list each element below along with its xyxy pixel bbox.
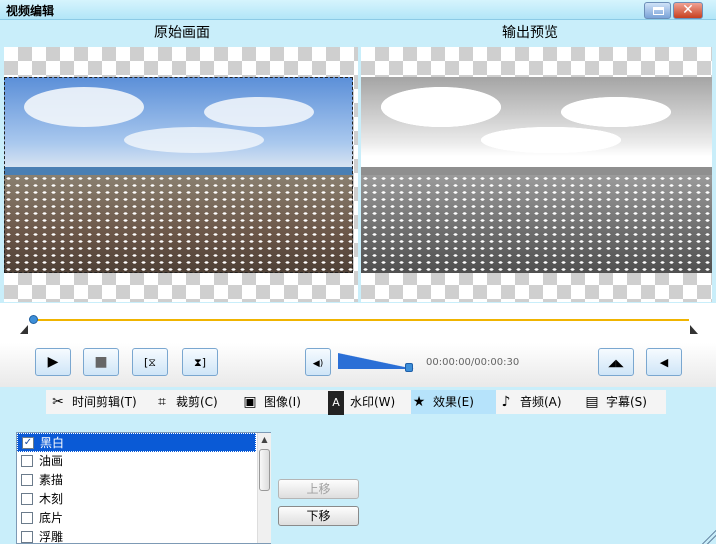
effect-label: 素描 <box>39 473 64 487</box>
effect-item-oil-painting[interactable]: 油画 <box>17 452 256 471</box>
tab-subtitles[interactable]: ▤ 字幕(S) <box>584 390 666 414</box>
stop-button[interactable]: ■ <box>83 348 119 376</box>
effects-list-scrollbar[interactable]: ▲ <box>257 433 271 543</box>
checkbox[interactable]: ✓ <box>22 436 34 449</box>
effect-item-sketch[interactable]: 素描 <box>17 471 256 490</box>
timeline-playhead[interactable] <box>29 315 38 324</box>
checkbox[interactable] <box>21 473 33 486</box>
tab-crop[interactable]: ⌗ 裁剪(C) <box>154 390 238 414</box>
tab-label: 时间剪辑(T) <box>72 395 137 409</box>
effect-label: 底片 <box>39 511 64 525</box>
effect-item-negative[interactable]: 底片 <box>17 509 256 528</box>
time-display: 00:00:00/00:00:30 <box>426 357 520 368</box>
mark-out-icon: ⧗] <box>193 356 206 369</box>
mark-in-button[interactable]: [⧖ <box>132 348 168 376</box>
checkbox[interactable] <box>21 511 33 524</box>
tab-label: 效果(E) <box>433 395 474 409</box>
flip-vertical-icon: ◀ <box>659 356 669 369</box>
end-marker-icon[interactable] <box>690 325 698 334</box>
scissors-icon: ✂ <box>52 394 64 410</box>
tab-label: 音频(A) <box>520 395 562 409</box>
mark-out-button[interactable]: ⧗] <box>182 348 218 376</box>
original-preview <box>4 47 358 302</box>
speaker-icon: ◀) <box>312 359 324 369</box>
effects-list[interactable]: ✓ 黑白 油画 素描 木刻 底片 浮雕 ▲ <box>16 432 271 544</box>
scroll-up-icon[interactable]: ▲ <box>258 433 271 447</box>
output-video-frame <box>361 77 712 273</box>
mark-in-icon: [⧖ <box>143 356 156 369</box>
tab-audio[interactable]: ♪ 音频(A) <box>498 390 582 414</box>
tab-label: 图像(I) <box>264 395 301 409</box>
maximize-button[interactable] <box>644 2 671 19</box>
tab-image[interactable]: ▣ 图像(I) <box>242 390 326 414</box>
flip-vertical-button[interactable]: ◀ <box>646 348 682 376</box>
effect-label: 油画 <box>39 454 64 468</box>
output-preview <box>361 47 712 302</box>
tab-label: 水印(W) <box>350 395 396 409</box>
watermark-icon: A <box>328 391 344 415</box>
stop-icon: ■ <box>94 354 108 370</box>
scrollbar-thumb[interactable] <box>259 449 270 491</box>
volume-slider-thumb[interactable] <box>405 363 413 372</box>
play-button[interactable]: ▶ <box>35 348 71 376</box>
flip-horizontal-icon: ◢◣ <box>608 358 624 369</box>
image-icon: ▣ <box>243 394 257 410</box>
close-button[interactable]: ✕ <box>673 2 703 19</box>
tab-label: 裁剪(C) <box>176 395 218 409</box>
checkbox[interactable] <box>21 530 33 543</box>
effect-item-black-white[interactable]: ✓ 黑白 <box>17 433 256 452</box>
timeline-track[interactable] <box>33 319 689 321</box>
crop-icon: ⌗ <box>158 394 166 410</box>
effect-label: 浮雕 <box>39 530 64 544</box>
tab-watermark[interactable]: A 水印(W) <box>328 390 412 415</box>
move-up-button[interactable]: 上移 <box>278 479 359 499</box>
output-preview-label: 输出预览 <box>502 25 558 41</box>
tab-time-trim[interactable]: ✂ 时间剪辑(T) <box>50 390 152 414</box>
effect-item-woodcut[interactable]: 木刻 <box>17 490 256 509</box>
subtitle-icon: ▤ <box>585 394 599 410</box>
effect-item-emboss[interactable]: 浮雕 <box>17 528 256 544</box>
star-icon: ★ <box>412 394 426 410</box>
timeline[interactable] <box>0 303 716 343</box>
start-marker-icon[interactable] <box>20 325 28 334</box>
volume-slider[interactable] <box>338 353 414 369</box>
original-preview-label: 原始画面 <box>154 25 210 41</box>
effect-label: 黑白 <box>40 436 65 450</box>
tab-effects[interactable]: ★ 效果(E) <box>411 390 496 414</box>
effect-label: 木刻 <box>39 492 64 506</box>
tab-label: 字幕(S) <box>606 395 647 409</box>
original-video-frame <box>4 77 353 273</box>
move-down-button[interactable]: 下移 <box>278 506 359 526</box>
flip-horizontal-button[interactable]: ◢◣ <box>598 348 634 376</box>
mute-button[interactable]: ◀) <box>305 348 331 376</box>
maximize-icon <box>653 7 664 15</box>
music-note-icon: ♪ <box>501 394 511 410</box>
tab-bar: ✂ 时间剪辑(T) ⌗ 裁剪(C) ▣ 图像(I) A 水印(W) ★ 效果(E) ♪ 音频… <box>46 390 666 415</box>
title-bar: 视频编辑 ✕ <box>0 0 716 20</box>
original-image <box>4 77 353 273</box>
window-title: 视频编辑 <box>6 4 55 18</box>
checkbox[interactable] <box>21 492 33 505</box>
resize-grip-icon[interactable] <box>700 528 716 544</box>
play-icon: ▶ <box>47 354 59 370</box>
checkbox[interactable] <box>21 454 33 467</box>
output-image <box>361 77 712 273</box>
close-icon: ✕ <box>682 2 694 18</box>
